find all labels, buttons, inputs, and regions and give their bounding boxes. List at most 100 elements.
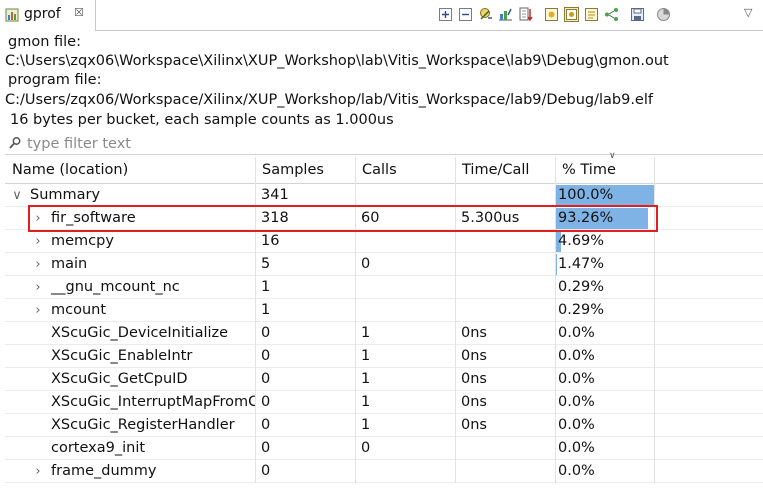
export-text-icon[interactable] [517, 6, 534, 23]
table-row[interactable]: XScuGic_InterruptMapFromCpuID010ns0.0% [5, 391, 763, 414]
cell-filler [655, 368, 763, 391]
cell-name: cortexa9_init [5, 437, 256, 460]
cell-pct-time: 0.0% [556, 345, 655, 368]
gprof-view-icon [5, 8, 19, 22]
cell-calls [356, 299, 456, 322]
pct-time-value: 0.0% [558, 440, 595, 456]
column-header-time-call[interactable]: Time/Call [456, 157, 556, 184]
filter-input[interactable] [27, 133, 747, 154]
cell-time-call: 0ns [456, 322, 556, 345]
cell-filler [655, 414, 763, 437]
cell-calls [356, 276, 456, 299]
cell-pct-time: 0.0% [556, 322, 655, 345]
cell-samples: 5 [256, 253, 356, 276]
column-header-name[interactable]: Name (location) [5, 157, 256, 184]
close-icon[interactable]: ☒ [74, 6, 84, 19]
cell-time-call: 0ns [456, 391, 556, 414]
expand-arrow-icon[interactable]: › [32, 460, 44, 483]
function-view-icon[interactable] [563, 6, 580, 23]
cell-time-call: 0ns [456, 414, 556, 437]
collapse-arrow-icon[interactable]: ∨ [11, 184, 23, 207]
collapse-all-icon[interactable] [457, 6, 474, 23]
cell-time-call: 0ns [456, 345, 556, 368]
table-row[interactable]: › __gnu_mcount_nc 1 0.29% [5, 276, 763, 299]
filter-bar [5, 133, 763, 155]
table-row[interactable]: › mcount 1 0.29% [5, 299, 763, 322]
cell-filler [655, 460, 763, 483]
column-header-samples[interactable]: Samples [256, 157, 356, 184]
cell-samples: 1 [256, 276, 356, 299]
table-row[interactable]: XScuGic_RegisterHandler 0 1 0ns 0.0% [5, 414, 763, 437]
row-name: XScuGic_EnableIntr [51, 348, 193, 364]
pct-time-value: 0.0% [558, 463, 595, 479]
row-name: XScuGic_RegisterHandler [51, 417, 235, 433]
cell-samples: 0 [256, 391, 356, 414]
cell-pct-time: 100.0% [556, 184, 655, 207]
row-name: __gnu_mcount_nc [51, 279, 180, 295]
cell-filler [655, 276, 763, 299]
highlight-box [28, 205, 658, 232]
export-csv-icon[interactable] [497, 6, 514, 23]
cell-pct-time: 0.29% [556, 299, 655, 322]
cell-pct-time: 0.0% [556, 460, 655, 483]
cell-calls: 0 [356, 437, 456, 460]
pie-chart-icon[interactable] [655, 6, 672, 23]
cell-name: XScuGic_RegisterHandler [5, 414, 256, 437]
view-menu-icon[interactable]: ▽ [744, 6, 752, 19]
expand-arrow-icon[interactable]: › [32, 253, 44, 276]
program-file-label: program file: [8, 72, 102, 88]
expand-arrow-icon[interactable]: › [32, 276, 44, 299]
pct-time-value: 0.0% [558, 417, 595, 433]
cell-calls [356, 184, 456, 207]
table-row[interactable]: XScuGic_GetCpuID 0 1 0ns 0.0% [5, 368, 763, 391]
column-header-pct-time[interactable]: % Time [556, 157, 655, 184]
program-file-path: C:/Users/zqx06/Workspace/Xilinx/XUP_Work… [5, 92, 653, 108]
table-row[interactable]: XScuGic_EnableIntr 0 1 0ns 0.0% [5, 345, 763, 368]
cell-filler [655, 437, 763, 460]
cell-filler [655, 322, 763, 345]
cell-name: XScuGic_InterruptMapFromCpuID [5, 391, 256, 414]
cell-time-call [456, 253, 556, 276]
cell-pct-time: 1.47% [556, 253, 655, 276]
row-name: XScuGic_InterruptMapFromCpuID [51, 394, 256, 410]
call-graph-icon[interactable] [603, 6, 620, 23]
table-row[interactable]: XScuGic_DeviceInitialize 0 1 0ns 0.0% [5, 322, 763, 345]
cell-name: XScuGic_GetCpuID [5, 368, 256, 391]
cell-time-call [456, 184, 556, 207]
expand-arrow-icon[interactable]: › [32, 230, 44, 253]
file-view-icon[interactable] [583, 6, 600, 23]
row-name: frame_dummy [51, 463, 157, 479]
table-row[interactable]: cortexa9_init 0 0 0.0% [5, 437, 763, 460]
sort-icon[interactable] [477, 6, 494, 23]
cell-filler [655, 391, 763, 414]
expand-all-icon[interactable] [437, 6, 454, 23]
column-header-calls[interactable]: Calls [356, 157, 456, 184]
cell-filler [655, 299, 763, 322]
table-row[interactable]: › frame_dummy 0 0.0% [5, 460, 763, 483]
cell-time-call: 0ns [456, 368, 556, 391]
pct-time-value: 0.0% [558, 394, 595, 410]
cell-samples: 341 [256, 184, 356, 207]
pct-time-value: 4.69% [558, 233, 605, 249]
cell-calls [356, 230, 456, 253]
cell-pct-time: 0.0% [556, 414, 655, 437]
table-row[interactable]: ∨ Summary 341 100.0% [5, 184, 763, 207]
cell-samples: 0 [256, 345, 356, 368]
cell-pct-time: 0.0% [556, 437, 655, 460]
table-header: Name (location) Samples Calls Time/Call … [5, 151, 763, 184]
cell-filler [655, 345, 763, 368]
cell-samples: 1 [256, 299, 356, 322]
save-icon[interactable] [629, 6, 646, 23]
cell-name: ∨ Summary [5, 184, 256, 207]
row-name: memcpy [51, 233, 114, 249]
cell-filler [655, 253, 763, 276]
flat-profile-icon[interactable] [543, 6, 560, 23]
cell-name: › frame_dummy [5, 460, 256, 483]
table-row[interactable]: › main 5 0 1.47% [5, 253, 763, 276]
cell-pct-time: 4.69% [556, 230, 655, 253]
tab-gprof[interactable]: gprof ☒ [0, 0, 96, 31]
cell-name: › memcpy [5, 230, 256, 253]
pct-time-value: 100.0% [558, 187, 614, 203]
table-row[interactable]: › memcpy 16 4.69% [5, 230, 763, 253]
expand-arrow-icon[interactable]: › [32, 299, 44, 322]
